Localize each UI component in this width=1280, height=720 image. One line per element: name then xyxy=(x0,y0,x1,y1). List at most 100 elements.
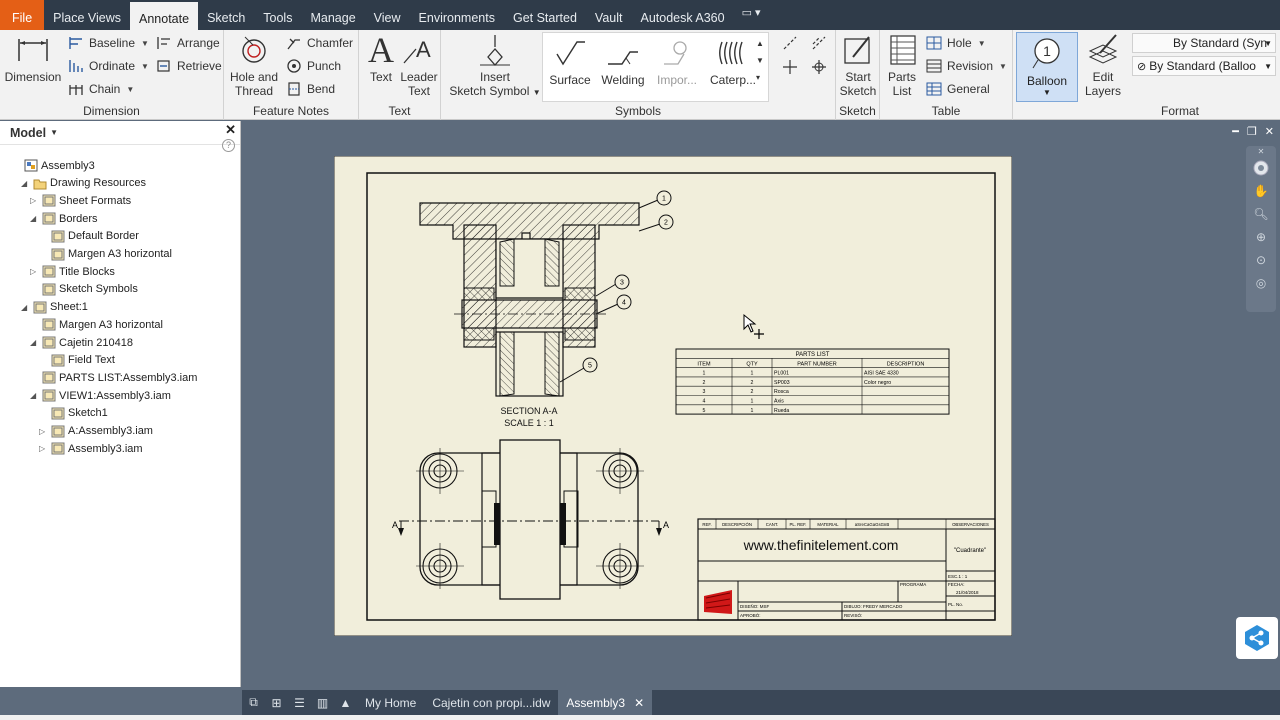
tab-annotate[interactable]: Annotate xyxy=(130,0,199,30)
parts-list-cell: 5 xyxy=(703,408,706,414)
expand-toggle-icon[interactable]: ▷ xyxy=(30,196,40,205)
dimension-button[interactable]: Dimension xyxy=(4,32,62,84)
import-button[interactable]: Impor... xyxy=(651,35,703,87)
close-icon[interactable]: ✕ xyxy=(225,122,236,138)
browser-item[interactable]: ▷ Title Blocks xyxy=(30,263,115,280)
expand-toggle-icon[interactable]: ◢ xyxy=(21,179,31,188)
surface-button[interactable]: Surface xyxy=(545,35,595,87)
chain-button[interactable]: Chain ▼ xyxy=(68,79,134,99)
browser-item[interactable]: Default Border xyxy=(39,228,139,245)
baseline-button[interactable]: Baseline ▼ xyxy=(68,33,149,53)
browser-item[interactable]: PARTS LIST:Assembly3.iam xyxy=(30,369,197,386)
expand-toggle-icon[interactable]: ▷ xyxy=(39,427,49,436)
steering-wheel-icon[interactable] xyxy=(1246,156,1276,179)
look-at-icon[interactable]: ◎ xyxy=(1246,271,1276,294)
tab-file[interactable]: File xyxy=(0,0,45,30)
expand-toggle-icon[interactable]: ◢ xyxy=(30,214,40,223)
tile-horizontal-icon[interactable]: ☰ xyxy=(288,690,311,715)
zoom-all-icon[interactable]: ⊙ xyxy=(1246,248,1276,271)
tab-manage[interactable]: Manage xyxy=(301,0,364,30)
text-button[interactable]: A Text xyxy=(363,32,399,84)
navbar-close-icon[interactable]: ✕ xyxy=(1246,146,1276,156)
zoom-icon[interactable]: 🔍︎ xyxy=(1246,202,1276,225)
caterpillar-button[interactable]: Caterp... xyxy=(705,35,761,87)
drawing-sheet[interactable]: 12345 SECTION A-A SCALE 1 : 1 A A PARTS … xyxy=(334,156,1012,636)
browser-item[interactable]: Margen A3 horizontal xyxy=(30,316,163,333)
browser-item[interactable]: Assembly3 xyxy=(12,157,95,174)
hole-table-button[interactable]: Hole ▼ xyxy=(926,33,986,53)
expand-toggle-icon[interactable]: ▷ xyxy=(39,444,49,453)
punch-button[interactable]: Punch xyxy=(286,56,341,76)
tile-icon[interactable]: ⊞ xyxy=(265,690,288,715)
browser-item[interactable]: ▷ Assembly3.iam xyxy=(39,440,143,457)
browser-item[interactable]: Margen A3 horizontal xyxy=(39,246,172,263)
browser-header[interactable]: Model ▼ xyxy=(0,121,240,145)
parts-list-cell: PL001 xyxy=(774,371,789,377)
centerline-bisector-button[interactable] xyxy=(811,33,832,53)
tab-tools[interactable]: Tools xyxy=(254,0,301,30)
general-table-button[interactable]: General xyxy=(926,79,990,99)
balloon-button[interactable]: 1 Balloon ▼ xyxy=(1016,32,1078,102)
welding-button[interactable]: Welding xyxy=(597,35,649,87)
tab-sketch[interactable]: Sketch xyxy=(198,0,254,30)
ribbon-options-icon[interactable]: ▭ ▾ xyxy=(734,0,769,30)
bend-button[interactable]: Bend xyxy=(286,79,335,99)
browser-node-icon xyxy=(42,212,56,225)
restore-icon[interactable]: ❐ xyxy=(1247,125,1257,138)
browser-item[interactable]: ◢ Drawing Resources xyxy=(21,175,146,192)
doc-tab-cajetin[interactable]: Cajetin con propi...idw xyxy=(424,690,558,715)
scroll-up-icon[interactable]: ▲ xyxy=(334,690,357,715)
browser-item[interactable]: Sketch1 xyxy=(39,405,108,422)
edit-layers-button[interactable]: Edit Layers xyxy=(1082,32,1124,98)
expand-toggle-icon[interactable]: ◢ xyxy=(30,338,40,347)
tab-vault[interactable]: Vault xyxy=(586,0,632,30)
close-window-icon[interactable]: ✕ xyxy=(1265,125,1274,138)
doc-tab-assembly3[interactable]: Assembly3 ✕ xyxy=(558,690,653,715)
retrieve-button[interactable]: Retrieve xyxy=(156,56,222,76)
center-mark-2-button[interactable] xyxy=(782,57,803,77)
parts-list-cell: 4 xyxy=(703,399,706,405)
style-dropdown-2[interactable]: ⊘ By Standard (Balloo ▼ xyxy=(1132,56,1276,76)
minimize-icon[interactable]: ━ xyxy=(1232,125,1239,138)
tab-environments[interactable]: Environments xyxy=(410,0,504,30)
tab-autodesk-a360[interactable]: Autodesk A360 xyxy=(631,0,733,30)
revision-table-button[interactable]: Revision ▼ xyxy=(926,56,1007,76)
expand-toggle-icon[interactable]: ▷ xyxy=(30,267,40,276)
browser-item[interactable]: ▷ A:Assembly3.iam xyxy=(39,423,153,440)
tile-vertical-icon[interactable]: ▥ xyxy=(311,690,334,715)
center-mark-button[interactable] xyxy=(782,33,803,53)
gallery-scroll[interactable]: ▲ ▼ ▾ xyxy=(756,35,764,86)
help-icon[interactable]: ? xyxy=(222,139,235,152)
centered-pattern-button[interactable] xyxy=(811,57,832,77)
arrange-button[interactable]: Arrange xyxy=(156,33,220,53)
chamfer-button[interactable]: Chamfer xyxy=(286,33,353,53)
expand-toggle-icon[interactable]: ◢ xyxy=(21,303,31,312)
browser-item[interactable]: ◢ Cajetin 210418 xyxy=(30,334,133,351)
close-tab-icon[interactable]: ✕ xyxy=(634,696,644,710)
zoom-window-icon[interactable]: ⊕ xyxy=(1246,225,1276,248)
browser-item[interactable]: Field Text xyxy=(39,352,115,369)
tab-view[interactable]: View xyxy=(365,0,410,30)
style-dropdown-1[interactable]: By Standard (Syn ▼ xyxy=(1132,33,1276,53)
expand-toggle-icon[interactable]: ◢ xyxy=(30,391,40,400)
tab-place-views[interactable]: Place Views xyxy=(44,0,130,30)
browser-item[interactable]: ◢ VIEW1:Assembly3.iam xyxy=(30,387,171,404)
doc-tab-my-home[interactable]: My Home xyxy=(357,690,424,715)
share-icon[interactable] xyxy=(1236,617,1278,659)
pan-icon[interactable]: ✋ xyxy=(1246,179,1276,202)
browser-item[interactable]: ▷ Sheet Formats xyxy=(30,192,131,209)
tab-get-started[interactable]: Get Started xyxy=(504,0,586,30)
parts-list-button[interactable]: Parts List xyxy=(882,32,922,98)
ordinate-button[interactable]: Ordinate ▼ xyxy=(68,56,149,76)
insert-sketch-symbol-button[interactable]: Insert Sketch Symbol ▼ xyxy=(449,32,541,100)
browser-item[interactable]: ◢ Borders xyxy=(30,210,98,227)
leader-text-button[interactable]: A Leader Text xyxy=(399,32,439,98)
start-sketch-button[interactable]: Start Sketch xyxy=(838,32,878,98)
parts-list-table[interactable]: PARTS LIST ITEM QTY PART NUMBER DESCRIPTION 1… xyxy=(675,348,950,415)
drawing-canvas[interactable]: ━ ❐ ✕ 1 2 3 4 5 SECTION A-A SCALE 1: 1 … xyxy=(242,121,1280,690)
import-icon xyxy=(660,35,694,71)
cascade-icon[interactable]: ⧉ xyxy=(242,690,265,715)
browser-item[interactable]: ◢ Sheet:1 xyxy=(21,299,88,316)
hole-thread-button[interactable]: Hole and Thread xyxy=(228,32,280,98)
browser-item[interactable]: Sketch Symbols xyxy=(30,281,138,298)
